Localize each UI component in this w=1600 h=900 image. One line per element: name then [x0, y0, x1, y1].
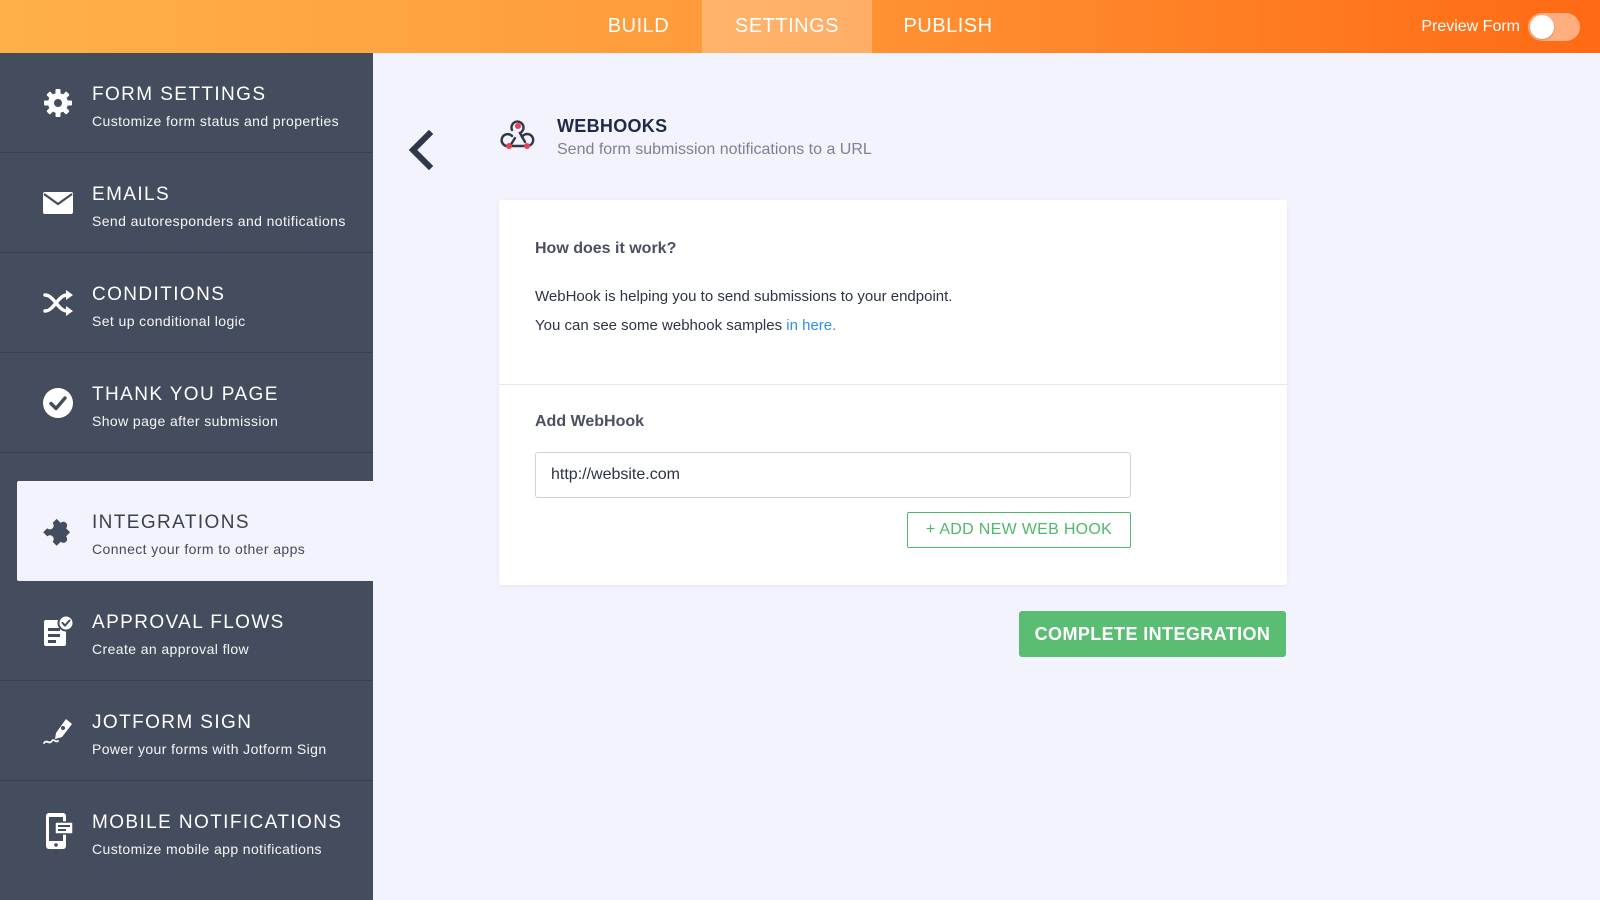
sidebar-item-title: EMAILS — [92, 184, 171, 205]
top-bar: BUILD SETTINGS PUBLISH Preview Form — [0, 0, 1600, 53]
samples-link[interactable]: in here. — [786, 317, 836, 334]
add-new-webhook-button[interactable]: + ADD NEW WEB HOOK — [907, 512, 1131, 548]
page-title: WEBHOOKS — [557, 116, 668, 136]
mobile-icon — [41, 813, 75, 849]
sidebar-item-desc: Send autoresponders and notifications — [92, 213, 346, 229]
sidebar-item-title: APPROVAL FLOWS — [92, 612, 285, 633]
sidebar-item-texts: THANK YOU PAGE Show page after submissio… — [92, 384, 279, 429]
sidebar-item-desc: Customize mobile app notifications — [92, 841, 322, 857]
sidebar-item-desc: Show page after submission — [92, 413, 279, 429]
complete-integration-button[interactable]: COMPLETE INTEGRATION — [1019, 611, 1286, 657]
shuffle-icon — [41, 286, 75, 320]
sidebar-item-desc: Set up conditional logic — [92, 313, 246, 329]
chevron-left-icon — [408, 129, 434, 171]
puzzle-icon — [41, 514, 75, 548]
info-section: How does it work? WebHook is helping you… — [499, 200, 1287, 385]
tab-publish[interactable]: PUBLISH — [872, 0, 1024, 53]
webhook-icon — [500, 117, 536, 153]
sidebar-item-texts: FORM SETTINGS Customize form status and … — [92, 84, 339, 129]
tab-build[interactable]: BUILD — [575, 0, 702, 53]
sidebar-item-desc: Connect your form to other apps — [92, 541, 306, 557]
pen-icon — [41, 714, 75, 748]
sidebar-item-title: CONDITIONS — [92, 284, 226, 305]
sidebar-item-title: THANK YOU PAGE — [92, 384, 279, 405]
sidebar-item-title: MOBILE NOTIFICATIONS — [92, 812, 343, 833]
main-tabs: BUILD SETTINGS PUBLISH — [575, 0, 1024, 53]
back-button[interactable] — [405, 129, 435, 171]
sidebar-item-approval-flows[interactable]: APPROVAL FLOWS Create an approval flow — [0, 581, 373, 681]
info-text-line: WebHook is helping you to send submissio… — [535, 288, 953, 305]
sidebar-item-desc: Create an approval flow — [92, 641, 250, 657]
sidebar-item-integrations[interactable]: INTEGRATIONS Connect your form to other … — [17, 481, 373, 581]
sidebar-item-texts: INTEGRATIONS Connect your form to other … — [92, 512, 305, 557]
sidebar-item-texts: JOTFORM SIGN Power your forms with Jotfo… — [92, 712, 327, 757]
sidebar-item-title: INTEGRATIONS — [92, 512, 250, 533]
sidebar-item-title: JOTFORM SIGN — [92, 712, 253, 733]
page-subtitle: Send form submission notifications to a … — [557, 141, 872, 158]
info-text-prefix: You can see some webhook samples — [535, 317, 787, 334]
preview-form-toggle[interactable] — [1528, 12, 1580, 41]
add-webhook-heading: Add WebHook — [535, 413, 645, 430]
sidebar-item-title: FORM SETTINGS — [92, 84, 267, 105]
sidebar-item-form-settings[interactable]: FORM SETTINGS Customize form status and … — [0, 53, 373, 153]
sidebar-item-texts: EMAILS Send autoresponders and notificat… — [92, 184, 346, 229]
envelope-icon — [41, 186, 75, 220]
settings-sidebar: FORM SETTINGS Customize form status and … — [0, 53, 373, 900]
sidebar-item-jotform-sign[interactable]: JOTFORM SIGN Power your forms with Jotfo… — [0, 681, 373, 781]
tab-settings[interactable]: SETTINGS — [702, 0, 872, 53]
sidebar-item-texts: CONDITIONS Set up conditional logic — [92, 284, 246, 329]
sidebar-item-mobile-notifications[interactable]: MOBILE NOTIFICATIONS Customize mobile ap… — [0, 781, 373, 881]
how-it-works-heading: How does it work? — [535, 240, 677, 257]
webhook-url-input[interactable] — [535, 452, 1131, 498]
check-circle-icon — [41, 386, 75, 420]
preview-form: Preview Form — [1421, 0, 1580, 53]
gear-icon — [41, 86, 75, 120]
sidebar-item-thank-you-page[interactable]: THANK YOU PAGE Show page after submissio… — [0, 353, 373, 453]
sidebar-item-desc: Customize form status and properties — [92, 113, 340, 129]
sidebar-item-texts: APPROVAL FLOWS Create an approval flow — [92, 612, 285, 657]
info-text-line: You can see some webhook samples in here… — [535, 317, 836, 334]
sidebar-item-texts: MOBILE NOTIFICATIONS Customize mobile ap… — [92, 812, 342, 857]
preview-form-label: Preview Form — [1421, 17, 1520, 35]
sidebar-item-emails[interactable]: EMAILS Send autoresponders and notificat… — [0, 153, 373, 253]
webhook-card: How does it work? WebHook is helping you… — [499, 200, 1287, 585]
toggle-knob — [1530, 14, 1554, 39]
sidebar-item-conditions[interactable]: CONDITIONS Set up conditional logic — [0, 253, 373, 353]
sidebar-item-desc: Power your forms with Jotform Sign — [92, 741, 327, 757]
approval-icon — [41, 614, 75, 648]
